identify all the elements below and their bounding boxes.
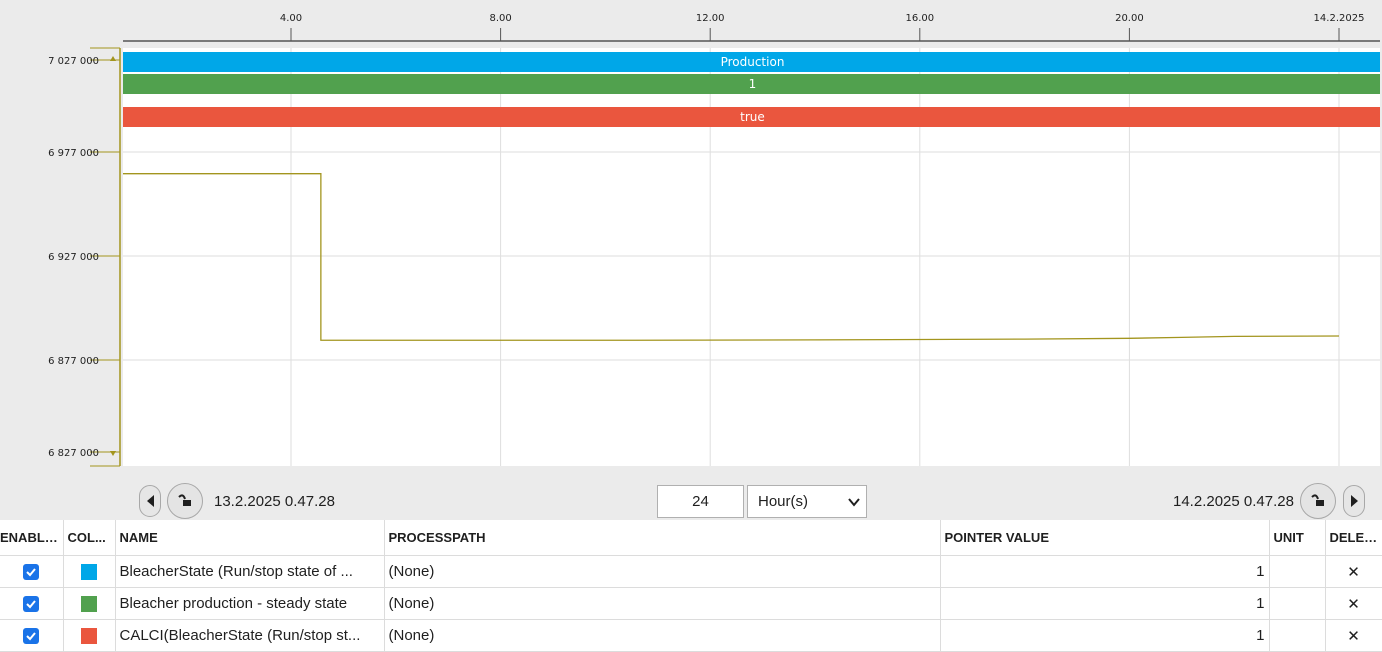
enabled-checkbox[interactable]: [23, 627, 40, 644]
state-band-label: Production: [721, 55, 785, 69]
x-tick-label: 20.00: [1115, 13, 1144, 24]
state-band-label: 1: [749, 77, 757, 91]
name-cell: CALCI(BleacherState (Run/stop st...: [115, 619, 385, 652]
delete-button[interactable]: ✕: [1325, 555, 1382, 588]
y-tick-label: 6 877 000: [48, 356, 99, 367]
close-icon: ✕: [1347, 595, 1360, 613]
delete-button[interactable]: ✕: [1325, 619, 1382, 652]
enabled-cell: [0, 555, 64, 588]
color-cell: [63, 555, 116, 588]
processpath-cell: (None): [384, 587, 941, 620]
header-unit[interactable]: UNIT: [1269, 520, 1326, 556]
close-icon: ✕: [1347, 563, 1360, 581]
time-unit-select[interactable]: Hour(s): [747, 485, 867, 518]
pointer-value-cell: 1: [940, 587, 1270, 620]
enabled-checkbox[interactable]: [23, 563, 40, 580]
close-icon: ✕: [1347, 627, 1360, 645]
pointer-value-cell: 1: [940, 555, 1270, 588]
pointer-value-cell: 1: [940, 619, 1270, 652]
chevron-right-icon: [1350, 495, 1358, 507]
scroll-up-icon: [110, 56, 116, 61]
header-name[interactable]: NAME: [115, 520, 385, 556]
previous-period-button[interactable]: [139, 485, 161, 517]
delete-button[interactable]: ✕: [1325, 587, 1382, 620]
color-cell: [63, 587, 116, 620]
unit-cell: [1269, 587, 1326, 620]
y-tick-label: 6 927 000: [48, 252, 99, 263]
end-time-label: 14.2.2025 0.47.28: [1173, 493, 1294, 510]
table-row: CALCI(BleacherState (Run/stop st... (Non…: [0, 619, 1382, 652]
header-pointer-value[interactable]: POINTER VALUE: [940, 520, 1270, 556]
chevron-down-icon: [848, 498, 860, 507]
header-delete[interactable]: DELETE: [1325, 520, 1382, 556]
start-lock-button[interactable]: [167, 483, 203, 519]
color-swatch[interactable]: [81, 563, 97, 580]
unit-cell: [1269, 619, 1326, 652]
state-band-label: true: [740, 110, 765, 124]
color-swatch[interactable]: [81, 595, 97, 612]
header-processpath[interactable]: PROCESSPATH: [384, 520, 941, 556]
time-unit-selected-value: Hour(s): [758, 493, 809, 510]
processpath-cell: (None): [384, 619, 941, 652]
color-cell: [63, 619, 116, 652]
x-tick-label: 12.00: [696, 13, 725, 24]
checkmark-icon: [26, 631, 37, 640]
start-time-label: 13.2.2025 0.47.28: [214, 493, 335, 510]
header-color[interactable]: COL...: [63, 520, 116, 556]
time-span-input[interactable]: [657, 485, 744, 518]
enabled-cell: [0, 587, 64, 620]
x-tick-label: 14.2.2025: [1314, 13, 1365, 24]
y-tick-label: 7 027 000: [48, 56, 99, 67]
table-header-row: ENABLED COL... NAME PROCESSPATH POINTER …: [0, 520, 1382, 556]
color-swatch[interactable]: [81, 627, 97, 644]
x-tick-label: 8.00: [489, 13, 511, 24]
scroll-down-icon: [110, 451, 116, 456]
x-tick-label: 4.00: [280, 13, 302, 24]
table-row: BleacherState (Run/stop state of ... (No…: [0, 555, 1382, 588]
table-body: BleacherState (Run/stop state of ... (No…: [0, 555, 1382, 652]
unlock-icon: [178, 494, 191, 506]
name-cell: BleacherState (Run/stop state of ...: [115, 555, 385, 588]
time-navigation-bar: 13.2.2025 0.47.28 Hour(s) 14.2.2025 0.47…: [0, 470, 1382, 520]
y-tick-label: 6 827 000: [48, 448, 99, 459]
x-tick-label: 16.00: [905, 13, 934, 24]
next-period-button[interactable]: [1343, 485, 1365, 517]
checkmark-icon: [26, 599, 37, 608]
unit-cell: [1269, 555, 1326, 588]
end-lock-button[interactable]: [1300, 483, 1336, 519]
processpath-cell: (None): [384, 555, 941, 588]
enabled-checkbox[interactable]: [23, 595, 40, 612]
table-row: Bleacher production - steady state (None…: [0, 587, 1382, 620]
name-cell: Bleacher production - steady state: [115, 587, 385, 620]
trend-chart-svg[interactable]: 4.00 8.00 12.00 16.00 20.00 14.2.2025 7 027 00…: [0, 0, 1382, 470]
header-enabled[interactable]: ENABLED: [0, 520, 64, 556]
trend-chart: 4.00 8.00 12.00 16.00 20.00 14.2.2025 7 027 00…: [0, 0, 1382, 470]
chevron-left-icon: [146, 495, 154, 507]
unlock-icon: [1311, 494, 1324, 506]
y-tick-label: 6 977 000: [48, 148, 99, 159]
checkmark-icon: [26, 567, 37, 576]
trend-items-table: ENABLED COL... NAME PROCESSPATH POINTER …: [0, 520, 1382, 652]
enabled-cell: [0, 619, 64, 652]
